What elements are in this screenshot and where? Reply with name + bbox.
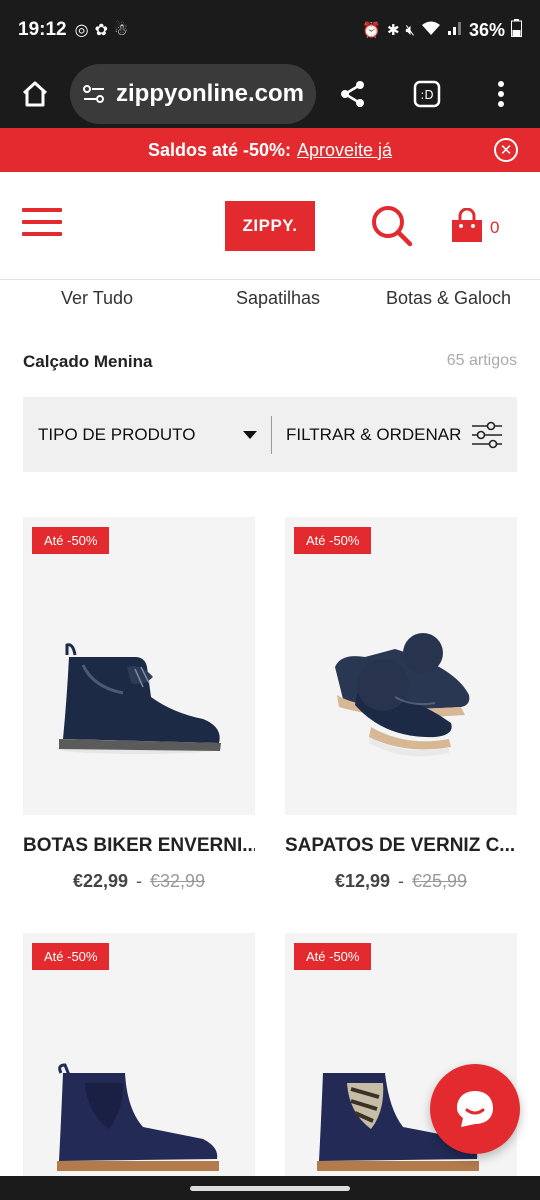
- suede-chelsea-boot-image: [57, 1063, 219, 1171]
- shopping-bag-icon: [452, 208, 482, 242]
- mute-icon: 🔇︎: [405, 21, 415, 39]
- site-header: ZIPPY. 0: [0, 172, 540, 280]
- promo-banner: Saldos até -50%: Aproveite já ✕: [0, 128, 540, 172]
- chat-bubble-icon: [457, 1091, 493, 1127]
- discount-badge: Até -50%: [32, 527, 110, 554]
- filter-bar: TIPO DE PRODUTO FILTRAR & ORDENAR: [23, 397, 517, 472]
- search-icon: [372, 206, 413, 247]
- category-tab-ver-tudo[interactable]: Ver Tudo: [61, 288, 133, 309]
- home-icon: [22, 81, 48, 107]
- hamburger-icon: [22, 208, 62, 212]
- sale-price: €22,99: [72, 871, 128, 891]
- caret-down-icon: [243, 430, 257, 439]
- zippy-logo[interactable]: ZIPPY.: [225, 201, 315, 251]
- product-image[interactable]: Até -50%: [285, 517, 517, 815]
- price-separator: -: [136, 871, 142, 891]
- tab-switcher-icon: :D: [413, 80, 441, 108]
- pinwheel-icon: ✿: [94, 22, 108, 39]
- address-bar[interactable]: zippyonline.com: [70, 64, 316, 124]
- discount-badge: Até -50%: [294, 527, 372, 554]
- svg-text::D: :D: [420, 88, 433, 102]
- promo-text: Saldos até -50%:: [147, 139, 291, 160]
- product-name[interactable]: SAPATOS DE VERNIZ C...: [285, 835, 517, 857]
- product-card[interactable]: Até -50% BOTAS BIKER ENVERNI... €22,99- €…: [23, 517, 255, 892]
- product-price: €22,99- €32,99: [23, 871, 255, 892]
- site-settings-icon[interactable]: [82, 84, 116, 104]
- sale-price: €12,99: [334, 871, 390, 891]
- bluetooth-icon: ✱: [386, 22, 400, 39]
- category-tab-sapatilhas[interactable]: Sapatilhas: [236, 288, 320, 309]
- system-nav-bar: [0, 1176, 540, 1200]
- filter-sort-label: FILTRAR & ORDENAR: [286, 424, 462, 444]
- item-count: 65 artigos: [446, 352, 517, 369]
- patent-biker-boot-image: [57, 643, 221, 754]
- whatsapp-icon: ◎: [74, 22, 89, 39]
- product-type-label: TIPO DE PRODUTO: [38, 424, 196, 444]
- sliders-icon: [472, 421, 502, 448]
- product-image[interactable]: Até -50%: [23, 933, 255, 1200]
- product-image[interactable]: Até -50%: [23, 517, 255, 815]
- original-price: €32,99: [150, 871, 206, 891]
- wifi-icon: [421, 20, 441, 40]
- original-price: €25,99: [412, 871, 468, 891]
- product-card[interactable]: Até -50% SAPATOS DE VERNIZ C... €12,99- €…: [285, 517, 517, 892]
- alarm-icon: ⏰: [362, 22, 381, 39]
- tabs-button[interactable]: :D: [390, 60, 464, 128]
- share-icon: [341, 81, 364, 107]
- price-separator: -: [398, 871, 404, 891]
- battery-percent: 36%: [468, 19, 505, 40]
- home-gesture-handle[interactable]: [190, 1186, 350, 1191]
- category-tabs: Ver Tudo Sapatilhas Botas & Galoch: [0, 280, 540, 316]
- browser-toolbar: zippyonline.com :D: [0, 60, 540, 128]
- share-button[interactable]: [316, 60, 390, 128]
- menu-button[interactable]: [22, 208, 62, 236]
- product-price: €12,99- €25,99: [285, 871, 517, 892]
- patent-pompom-shoes-image: [335, 633, 470, 757]
- promo-link[interactable]: Aproveite já: [297, 140, 392, 161]
- discount-badge: Até -50%: [32, 943, 110, 970]
- close-icon: ✕: [499, 141, 513, 159]
- chat-button[interactable]: [430, 1064, 520, 1154]
- system-icons: ⏰ ✱ 🔇︎ 36%: [362, 19, 522, 41]
- figure-icon: ☃: [113, 22, 129, 39]
- listing-header: Calçado Menina 65 artigos: [23, 352, 517, 372]
- product-type-dropdown[interactable]: TIPO DE PRODUTO: [23, 425, 271, 445]
- search-button[interactable]: [370, 204, 414, 248]
- signal-icon: [447, 20, 463, 40]
- category-tab-botas[interactable]: Botas & Galoch: [386, 288, 511, 309]
- product-name[interactable]: BOTAS BIKER ENVERNI...: [23, 835, 255, 857]
- notification-icons: ◎ ✿ ☃: [75, 20, 129, 40]
- url-text: zippyonline.com: [116, 80, 304, 107]
- cart-button[interactable]: 0: [450, 208, 499, 244]
- status-bar: 19:12 ◎ ✿ ☃ ⏰ ✱ 🔇︎ 36%: [0, 0, 540, 60]
- page-title: Calçado Menina: [23, 352, 153, 371]
- status-time: 19:12: [18, 19, 67, 40]
- battery-icon: [511, 19, 522, 41]
- home-button[interactable]: [0, 60, 70, 128]
- more-vert-icon: [498, 81, 504, 107]
- promo-close-button[interactable]: ✕: [494, 138, 518, 162]
- filter-sort-button[interactable]: FILTRAR & ORDENAR: [272, 421, 517, 449]
- product-card[interactable]: Até -50%: [23, 933, 255, 1200]
- browser-menu-button[interactable]: [464, 60, 538, 128]
- cart-count: 0: [490, 218, 500, 237]
- discount-badge: Até -50%: [294, 943, 372, 970]
